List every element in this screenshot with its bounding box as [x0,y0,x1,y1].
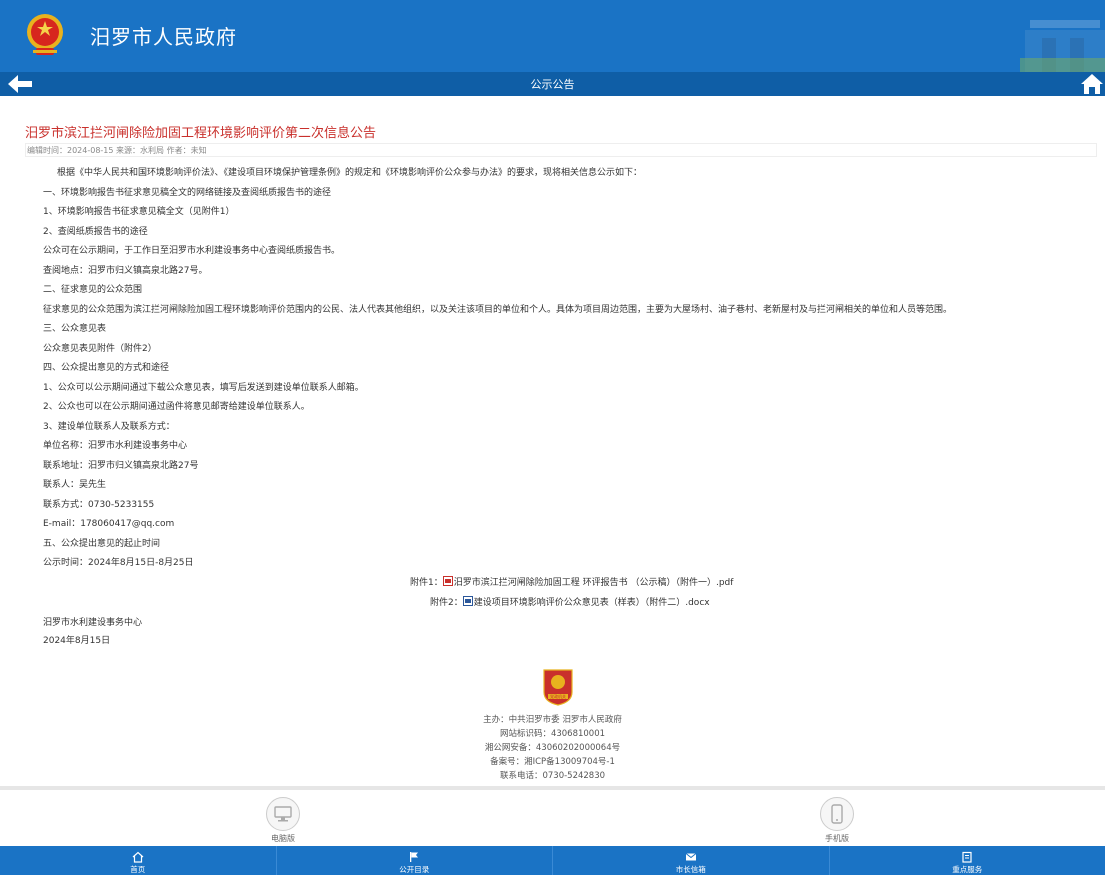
attachment-name: 建设项目环境影响评价公众意见表（样表）（附件二）.docx [473,598,710,608]
badge-label: 党政机关 [550,693,566,699]
body-paragraph: 三、公众意见表 [43,324,107,334]
pdf-file-icon [442,576,453,586]
body-paragraph: 联系人：吴先生 [43,480,107,490]
site-title: 汨罗市人民政府 [90,25,237,49]
mobile-version-link[interactable]: 手机版 [820,797,854,844]
body-paragraph: 联系地址：汨罗市归义镇高泉北路27号 [43,461,199,471]
word-file-icon [462,596,473,606]
body-paragraph: 1、公众可以公示期间通过下载公众意见表，填写后发送到建设单位联系人邮箱。 [43,383,364,393]
tab-label: 首页 [130,865,146,874]
body-paragraph: 征求意见的公众范围为滨江拦河闸除险加固工程环境影响评价范围内的公民、法人代表其他… [43,305,953,315]
body-paragraph: 3、建设单位联系人及联系方式： [43,422,175,432]
footer-line: 湘公网安备：43060202000064号 [484,743,621,753]
signature-date: 2024年8月15日 [43,636,111,646]
page-title: 公示公告 [530,78,575,91]
city-gate-icon [1020,20,1105,72]
body-paragraph: 公众可在公示期间，于工作日至汨罗市水利建设事务中心查阅纸质报告书。 [43,246,341,256]
attachment-name: 汨罗市滨江拦河闸除险加固工程 环评报告书 （公示稿）（附件一）.pdf [453,578,734,588]
tab-label: 公开目录 [399,865,430,874]
attachment-link-2[interactable]: 附件2： 建设项目环境影响评价公众意见表（样表）（附件二）.docx [430,595,710,608]
mobile-version-label: 手机版 [825,834,849,843]
body-paragraph: 公示时间：2024年8月15日-8月25日 [43,558,194,568]
signature-org: 汨罗市水利建设事务中心 [43,618,143,628]
attachment-prefix: 附件1： [410,578,443,588]
footer-line: 备案号：湘ICP备13009704号-1 [490,757,615,767]
monitor-icon [266,797,300,831]
top-nav-bar: 公示公告 [0,72,1105,96]
body-paragraph: 2、公众也可以在公示期间通过函件将意见邮寄给建设单位联系人。 [43,402,310,412]
body-paragraph: 五、公众提出意见的起止时间 [43,539,161,549]
tab-open-directory[interactable]: 公开目录 [277,846,553,875]
mail-icon [685,853,697,861]
national-emblem-icon [27,14,63,55]
body-paragraph: 二、征求意见的公众范围 [43,285,143,295]
footer-line: 主办：中共汨罗市委 汨罗市人民政府 [483,715,622,725]
body-paragraph: 一、环境影响报告书征求意见稿全文的网络链接及查阅纸质报告书的途径 [43,188,332,198]
body-paragraph: 单位名称：汨罗市水利建设事务中心 [43,441,188,451]
home-icon [132,851,144,863]
tab-mayor-mailbox[interactable]: 市长信箱 [553,846,830,875]
pc-version-link[interactable]: 电脑版 [266,797,300,844]
article-meta: 编辑时间：2024-08-15 来源：水利局 作者：未知 [25,143,1097,157]
flag-icon [410,852,419,862]
body-paragraph: 根据《中华人民共和国环境影响评价法》、《建设项目环境保护管理条例》的规定和《环境… [57,168,643,178]
attachment-link-1[interactable]: 附件1： 汨罗市滨江拦河闸除险加固工程 环评报告书 （公示稿）（附件一）.pdf [410,575,733,588]
tab-label: 重点服务 [952,865,983,874]
pc-version-label: 电脑版 [271,834,295,843]
footer-divider [0,786,1105,790]
footer-line: 联系电话：0730-5242830 [499,771,606,781]
tab-home[interactable]: 首页 [0,846,277,875]
bottom-tab-bar: 首页 公开目录 市长信箱 重点服务 [0,846,1105,875]
site-header: 汨罗市人民政府 [0,0,1105,72]
body-paragraph: 查阅地点：汨罗市归义镇高泉北路27号。 [43,266,208,276]
footer-line: 网站标识码：4306810001 [499,729,606,739]
article-title: 汨罗市滨江拦河闸除险加固工程环境影响评价第二次信息公告 [25,126,377,141]
body-paragraph: 1、环境影响报告书征求意见稿全文（见附件1） [43,207,235,217]
tab-key-services[interactable]: 重点服务 [830,846,1105,875]
attachment-prefix: 附件2： [430,598,463,608]
party-government-badge-icon[interactable]: 党政机关 [542,668,574,706]
body-paragraph: 2、查阅纸质报告书的途径 [43,227,148,237]
body-paragraph: E-mail：178060417@qq.com [43,519,175,529]
home-icon[interactable] [1081,73,1103,95]
clipboard-icon [962,851,972,863]
tab-label: 市长信箱 [675,865,706,874]
body-paragraph: 联系方式：0730-5233155 [43,500,155,510]
body-paragraph: 公众意见表见附件（附件2） [43,344,157,354]
body-paragraph: 四、公众提出意见的方式和途径 [43,363,170,373]
smartphone-icon [820,797,854,831]
